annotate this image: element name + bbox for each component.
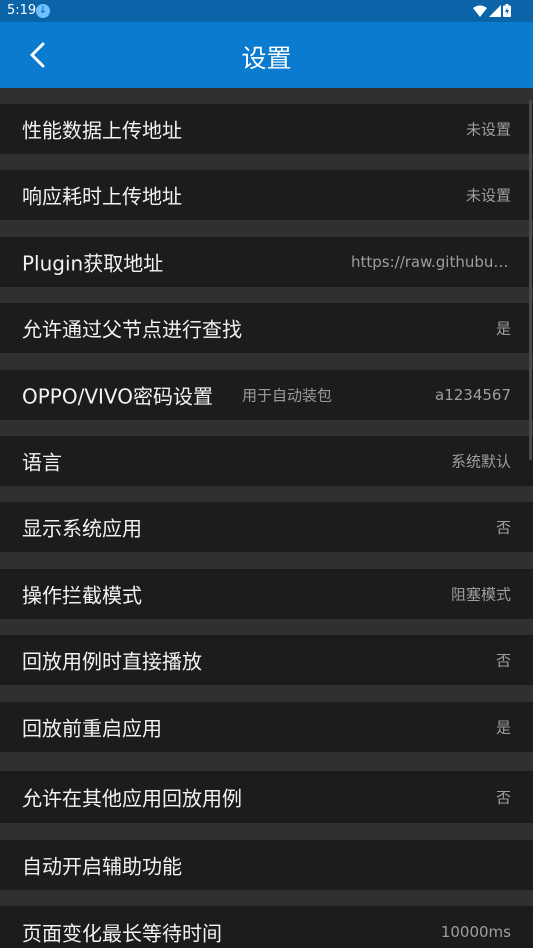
setting-label: OPPO/VIVO密码设置	[22, 384, 213, 409]
cell-signal-icon	[489, 4, 501, 17]
setting-value: https://raw.githubus…	[351, 253, 511, 271]
setting-response-upload-url[interactable]: 响应耗时上传地址 未设置	[0, 170, 533, 220]
setting-direct-playback[interactable]: 回放用例时直接播放 否	[0, 635, 533, 685]
setting-plugin-url[interactable]: Plugin获取地址 https://raw.githubus…	[0, 237, 533, 287]
setting-auto-accessibility[interactable]: 自动开启辅助功能	[0, 840, 533, 890]
setting-show-system-apps[interactable]: 显示系统应用 否	[0, 502, 533, 552]
download-icon: ↓	[36, 4, 50, 18]
setting-value: 阻塞模式	[450, 585, 511, 604]
setting-label: 允许通过父节点进行查找	[22, 317, 242, 342]
setting-value: 否	[495, 651, 511, 670]
setting-label: 响应耗时上传地址	[22, 184, 182, 209]
setting-label: 语言	[22, 450, 62, 475]
setting-label: 回放用例时直接播放	[22, 649, 202, 674]
status-time: 5:19	[7, 3, 37, 18]
setting-intercept-mode[interactable]: 操作拦截模式 阻塞模式	[0, 569, 533, 619]
status-icons	[473, 4, 511, 17]
setting-page-change-max-wait[interactable]: 页面变化最长等待时间 10000ms	[0, 906, 533, 948]
setting-value: 是	[495, 319, 511, 338]
setting-restart-before-playback[interactable]: 回放前重启应用 是	[0, 702, 533, 752]
setting-parent-node-lookup[interactable]: 允许通过父节点进行查找 是	[0, 303, 533, 353]
setting-value: a1234567	[435, 386, 511, 404]
setting-label: Plugin获取地址	[22, 251, 164, 276]
wifi-icon	[473, 5, 487, 17]
setting-label: 性能数据上传地址	[22, 118, 182, 143]
setting-label: 允许在其他应用回放用例	[22, 786, 242, 811]
setting-perf-upload-url[interactable]: 性能数据上传地址 未设置	[0, 104, 533, 154]
battery-icon	[503, 4, 511, 17]
setting-label: 回放前重启应用	[22, 716, 162, 741]
setting-value: 未设置	[465, 120, 511, 139]
setting-value: 10000ms	[440, 923, 511, 941]
setting-language[interactable]: 语言 系统默认	[0, 436, 533, 486]
setting-label: 操作拦截模式	[22, 583, 142, 608]
scrollbar[interactable]	[529, 100, 532, 460]
setting-value: 否	[495, 788, 511, 807]
setting-value: 未设置	[465, 186, 511, 205]
setting-label: 自动开启辅助功能	[22, 854, 182, 879]
setting-label: 页面变化最长等待时间	[22, 921, 222, 946]
setting-playback-in-other-apps[interactable]: 允许在其他应用回放用例 否	[0, 771, 533, 823]
setting-value: 否	[495, 518, 511, 537]
setting-value: 是	[495, 718, 511, 737]
setting-value: 系统默认	[450, 452, 511, 471]
setting-label: 显示系统应用	[22, 516, 142, 541]
app-bar: 设置	[0, 22, 533, 88]
page-title: 设置	[241, 44, 292, 73]
status-bar: 5:19 ↓	[0, 0, 533, 22]
setting-hint: 用于自动装包	[242, 386, 333, 405]
setting-oppo-vivo-password[interactable]: OPPO/VIVO密码设置 用于自动装包 a1234567	[0, 370, 533, 420]
